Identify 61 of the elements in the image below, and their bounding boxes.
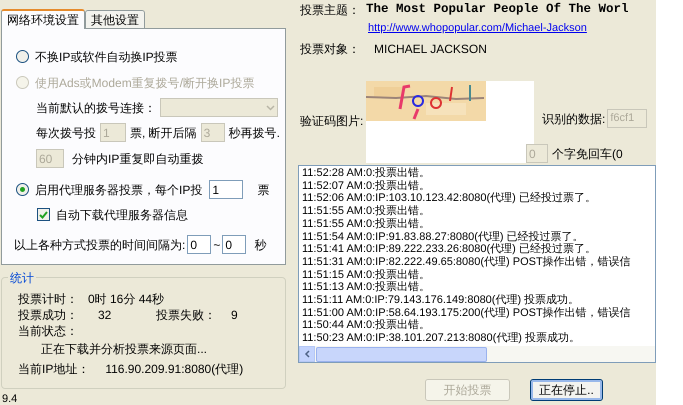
log-entry: 11:51:13 AM:0:投票出错。: [302, 281, 432, 294]
log-entry: 11:51:55 AM:0:投票出错。: [302, 205, 432, 218]
log-entry: 11:52:07 AM:0:投票出错。: [302, 180, 432, 192]
minutes-label: 分钟内IP重复即自动重拨: [72, 150, 204, 168]
horizontal-scrollbar[interactable]: [299, 346, 655, 362]
log-entry: 11:51:15 AM:0:投票出错。: [302, 268, 432, 281]
log-entry: 11:52:28 AM:0:投票出错。: [302, 167, 432, 180]
tab[interactable]: 网络环境设置: [1, 8, 85, 29]
votes-unit: 票: [257, 182, 270, 199]
log-entry: 11:52:06 AM:0:IP:103.10.123.42:8080(代理) 已经投过票了。: [302, 192, 597, 205]
seconds-unit: 秒: [254, 236, 266, 254]
success-value: 32: [98, 307, 112, 322]
interval-label: 以上各种方式投票的时间间隔为:: [14, 236, 186, 254]
status-value: 正在下载并分析投票来源页面...: [40, 341, 208, 358]
radio-label[interactable]: 不换IP或软件自动换IP投票: [35, 48, 178, 66]
range-separator: ~: [213, 236, 220, 254]
scroll-left-button[interactable]: [299, 346, 315, 362]
log-entry: 11:51:31 AM:0:IP:82.222.49.65:8080(代理) POST操作出错，错误信: [302, 256, 632, 269]
action-button[interactable]: 正在停止..: [530, 379, 603, 401]
target-label: 投票对象：: [300, 41, 360, 58]
timer-label: 投票计时：: [18, 291, 78, 306]
timer-value: 0时 16分 44秒: [88, 291, 164, 306]
ip-value: 116.90.209.91:8080(代理): [105, 361, 244, 376]
votes-label: 每次拨号投: [36, 124, 96, 142]
fail-label: 投票失败：: [156, 307, 217, 322]
log-entry: 11:51:00 AM:0:IP:58.64.193.175:200(代理) POST操作出错，错误信: [302, 306, 632, 319]
radio-button[interactable]: [16, 183, 29, 196]
log-entry: 11:51:11 AM:0:IP:79.143.176.149:8080(代理) 投票成功。: [302, 294, 580, 307]
success-label: 投票成功：: [18, 307, 79, 322]
chevron-left-icon: [304, 350, 310, 358]
check-icon: [39, 210, 48, 219]
version-text: 9.4: [1, 392, 18, 405]
checkbox-label[interactable]: 自动下载代理服务器信息: [56, 206, 188, 224]
topic-label: 投票主题：: [300, 2, 360, 18]
max-interval-field[interactable]: 0: [222, 235, 246, 254]
fail-value: 9: [231, 307, 238, 322]
tab[interactable]: 其他设置: [85, 10, 145, 28]
interval-label: 票, 断开后隔: [130, 124, 197, 142]
captcha-label: 验证码图片:: [299, 113, 364, 130]
chevron-down-icon: [266, 104, 275, 111]
radio-label[interactable]: 启用代理服务器投票，每个IP投: [35, 180, 202, 199]
ip-label: 当前IP地址：: [18, 361, 90, 376]
log-entry: 11:51:54 AM:0:IP:91.83.88.27:8080(代理) 已经投过票了。: [302, 230, 585, 243]
checkbox[interactable]: [37, 208, 50, 222]
redial-label: 秒再拨号.: [228, 124, 280, 142]
log-entry: 11:50:23 AM:0:IP:38.101.207.213:8080(代理) 投票成功。: [302, 332, 582, 345]
log-entry: 11:51:41 AM:0:IP:89.222.233.26:8080(代理) 已经投过票了。: [302, 243, 597, 256]
connection-label: 当前默认的拨号连接：: [36, 100, 156, 117]
log-entry: 11:51:55 AM:0:投票出错。: [302, 218, 432, 231]
log-list[interactable]: [298, 165, 656, 363]
log-entry: 11:50:44 AM:0:投票出错。: [302, 319, 432, 332]
count-label: 个字免回车(0: [552, 146, 623, 162]
scroll-thumb[interactable]: [316, 346, 487, 362]
topic-link[interactable]: http://www.whopopular.com/Michael-Jackson: [368, 22, 587, 34]
status-label: 当前状态：: [18, 323, 79, 340]
topic-value: The Most Popular People Of The Worl: [366, 1, 629, 18]
radio-button[interactable]: [16, 50, 29, 64]
votes-per-ip-field[interactable]: 1: [209, 180, 244, 200]
target-value: MICHAEL JACKSON: [374, 41, 487, 58]
min-interval-field[interactable]: 0: [187, 235, 212, 254]
recognized-label: 识别的数据:: [542, 110, 606, 128]
